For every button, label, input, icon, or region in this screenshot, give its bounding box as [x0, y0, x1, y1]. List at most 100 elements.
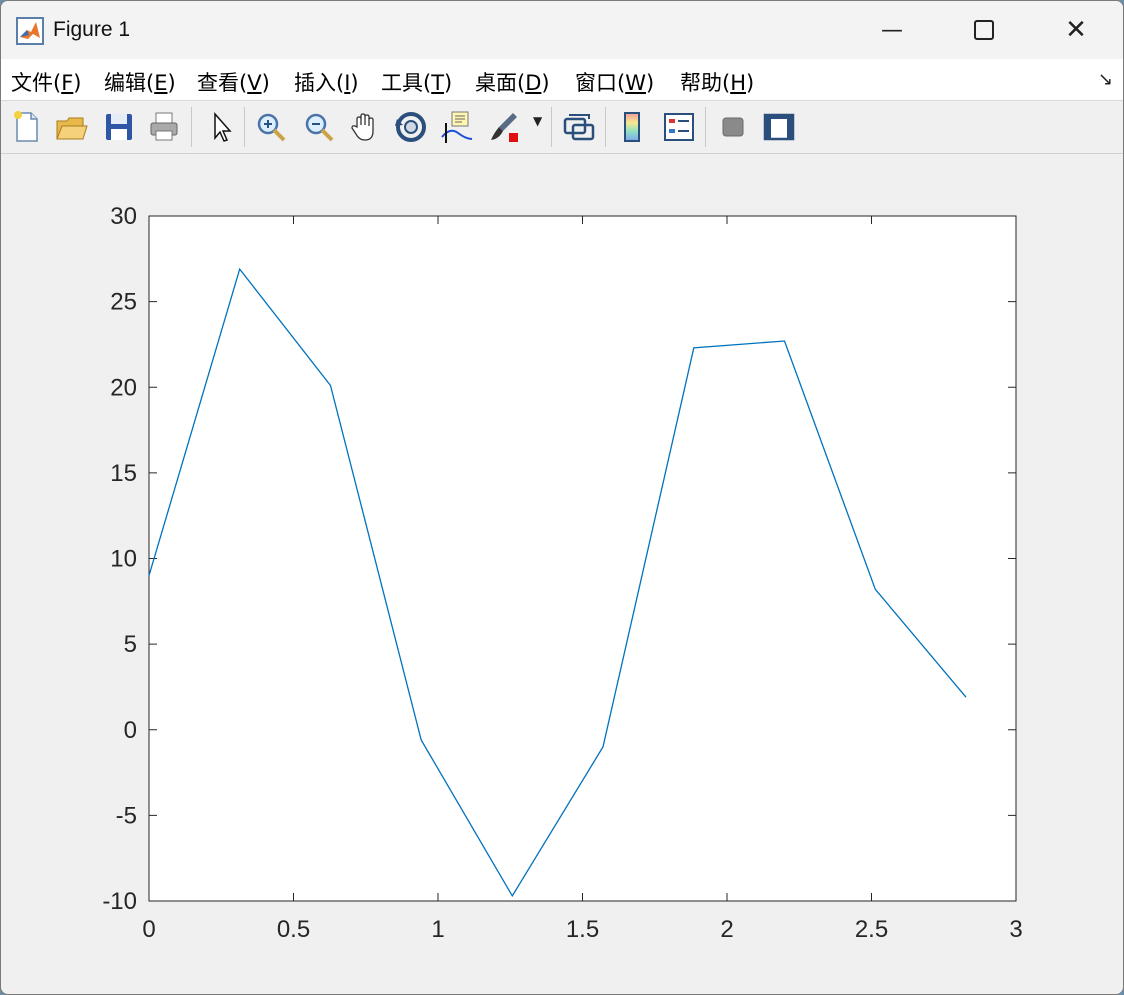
toolbar-separator	[705, 107, 706, 147]
rotate-3d-button[interactable]	[393, 109, 429, 145]
menu-accelerator-key: F	[61, 71, 74, 95]
maximize-button[interactable]	[938, 1, 1030, 59]
save-icon	[106, 114, 132, 140]
y-tick-label: 30	[110, 203, 137, 230]
menu-accelerator-key: T	[431, 71, 445, 95]
y-tick-label: 15	[110, 460, 137, 487]
menu-label: 帮助(	[680, 71, 731, 95]
menu-label-end: )	[261, 71, 270, 95]
legend-icon	[664, 113, 694, 141]
x-tick-label: 1.5	[566, 916, 599, 943]
menu-label-end: )	[541, 71, 550, 95]
menu-item-7[interactable]: 帮助(H)	[680, 67, 754, 97]
minimize-icon: —	[881, 17, 903, 43]
menu-label: 桌面(	[475, 71, 526, 95]
toolbar-separator	[551, 107, 552, 147]
link-plot-button[interactable]	[561, 109, 597, 145]
data-cursor-icon	[441, 111, 473, 143]
menu-label: 插入(	[294, 71, 345, 95]
pointer-button[interactable]	[203, 109, 239, 145]
zoom-in-icon	[257, 113, 286, 142]
menu-label: 工具(	[381, 71, 432, 95]
menu-accelerator-key: W	[625, 71, 646, 95]
x-tick-label: 0.5	[277, 916, 310, 943]
menu-label-end: )	[746, 71, 755, 95]
menu-label: 窗口(	[575, 71, 626, 95]
show-plot-tools-icon	[763, 113, 795, 141]
x-tick-label: 1	[431, 916, 444, 943]
menu-item-6[interactable]: 窗口(W)	[575, 67, 654, 97]
colorbar-icon	[624, 112, 640, 142]
line-chart[interactable]: 0 0.5 1 1.5 2 2.5 3 -10 -5 0 5 10 15 20 25 30	[1, 154, 1123, 994]
x-tick-label: 2.5	[855, 916, 888, 943]
menu-label-end: )	[444, 71, 453, 95]
dock-figure-icon[interactable]: ↘	[1098, 69, 1113, 90]
show-plot-tools-button[interactable]	[761, 109, 797, 145]
menu-accelerator-key: D	[525, 71, 542, 95]
menu-label-end: )	[645, 71, 655, 95]
toolbar-separator	[244, 107, 245, 147]
toolbar-separator	[191, 107, 192, 147]
minimize-button[interactable]: —	[846, 1, 938, 59]
zoom-in-button[interactable]	[253, 109, 289, 145]
y-tick-label: 0	[124, 717, 137, 744]
open-file-button[interactable]	[53, 109, 89, 145]
save-button[interactable]	[101, 109, 137, 145]
y-tick-label: 5	[124, 631, 137, 658]
y-tick-label: 10	[110, 546, 137, 573]
figure-toolbar: ▼	[1, 101, 1123, 154]
legend-button[interactable]	[661, 109, 697, 145]
menu-label: 文件(	[11, 71, 62, 95]
y-tick-label: -5	[116, 802, 137, 829]
close-button[interactable]: ✕	[1030, 1, 1122, 59]
figure-window: Figure 1 — ✕ ↘ 文件(F) 编辑(E) 查看(V) 插入(I) 工具(T)…	[0, 0, 1124, 995]
menu-accelerator-key: E	[154, 71, 168, 95]
brush-icon	[491, 113, 518, 142]
print-icon	[150, 112, 178, 141]
menu-label-end: )	[350, 71, 359, 95]
zoom-out-button[interactable]	[301, 109, 337, 145]
x-tick-label: 2	[720, 916, 733, 943]
brush-button[interactable]	[487, 109, 523, 145]
brush-dropdown-arrow-icon[interactable]: ▼	[533, 114, 542, 128]
menu-label-end: )	[167, 71, 176, 95]
maximize-icon	[974, 20, 994, 40]
menu-item-4[interactable]: 工具(T)	[381, 67, 452, 97]
menu-accelerator-key: V	[247, 71, 262, 95]
y-tick-label: 25	[110, 289, 137, 316]
menu-accelerator-key: H	[730, 71, 746, 95]
menu-item-5[interactable]: 桌面(D)	[475, 67, 550, 97]
y-tick-label: 20	[110, 374, 137, 401]
zoom-out-icon	[305, 113, 334, 142]
pointer-icon	[214, 112, 232, 142]
menu-bar: ↘ 文件(F) 编辑(E) 查看(V) 插入(I) 工具(T) 桌面(D) 窗口(W) 帮助(…	[1, 59, 1123, 101]
new-figure-button[interactable]	[9, 109, 45, 145]
menu-item-2[interactable]: 查看(V)	[197, 67, 270, 97]
matlab-logo-icon	[16, 17, 44, 45]
open-file-icon	[56, 117, 88, 140]
hide-plot-tools-button[interactable]	[715, 109, 751, 145]
menu-label: 查看(	[197, 71, 248, 95]
menu-item-3[interactable]: 插入(I)	[294, 67, 359, 97]
hide-plot-tools-icon	[722, 117, 744, 137]
plot-area: 0 0.5 1 1.5 2 2.5 3 -10 -5 0 5 10 15 20 25 30	[1, 154, 1123, 994]
close-icon: ✕	[1065, 15, 1087, 45]
pan-hand-button[interactable]	[347, 109, 383, 145]
pan-hand-icon	[351, 113, 374, 141]
x-tick-label: 3	[1009, 916, 1022, 943]
link-plot-icon	[563, 114, 595, 141]
data-cursor-button[interactable]	[438, 109, 474, 145]
y-tick-label: -10	[102, 888, 137, 915]
menu-item-1[interactable]: 编辑(E)	[104, 67, 176, 97]
window-title: Figure 1	[53, 18, 131, 41]
toolbar-separator	[605, 107, 606, 147]
print-button[interactable]	[146, 109, 182, 145]
title-bar[interactable]: Figure 1 — ✕	[1, 1, 1123, 59]
menu-label: 编辑(	[104, 71, 155, 95]
x-tick-label: 0	[142, 916, 155, 943]
rotate-3d-icon	[395, 112, 426, 142]
new-figure-icon	[14, 111, 38, 142]
menu-item-0[interactable]: 文件(F)	[11, 67, 82, 97]
menu-label-end: )	[73, 71, 82, 95]
colorbar-button[interactable]	[615, 109, 651, 145]
